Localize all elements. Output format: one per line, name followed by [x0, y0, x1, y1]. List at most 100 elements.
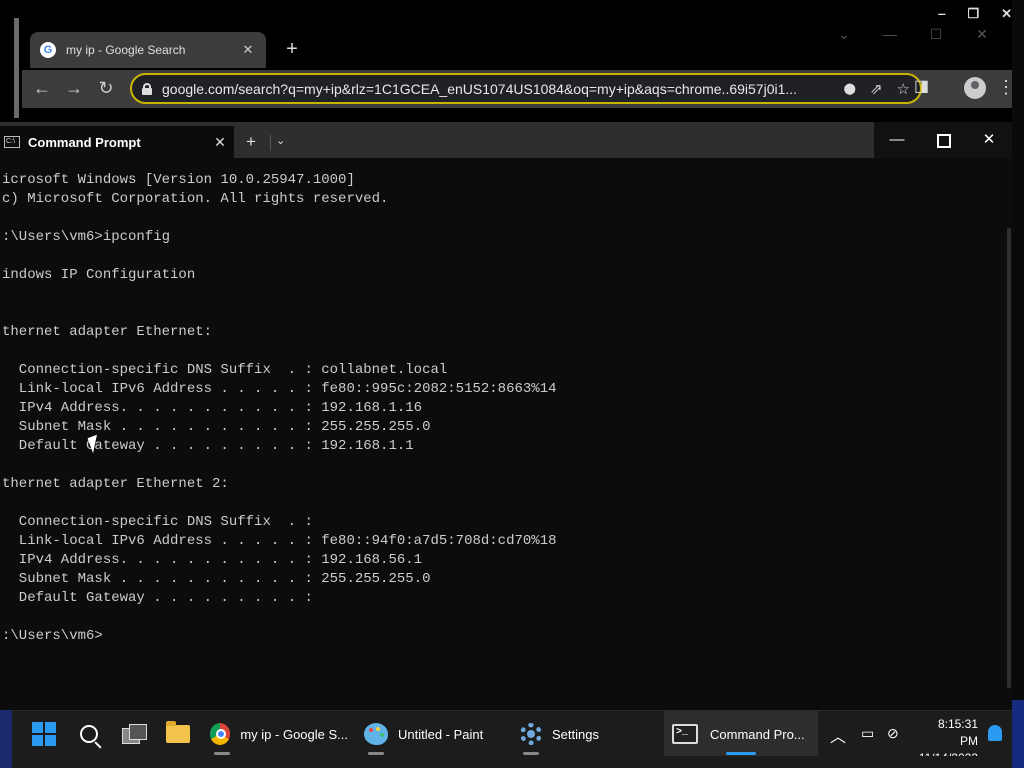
task-view-button[interactable]: [118, 711, 150, 757]
terminal-line: c) Microsoft Corporation. All rights res…: [2, 191, 389, 207]
chrome-window-edge: [14, 18, 19, 118]
terminal-line: Default Gateway . . . . . . . . . :: [2, 590, 313, 606]
command-prompt-window: C:\ Command Prompt ✕ + ⌄ — ☐ ✕ icrosoft …: [0, 122, 1012, 710]
terminal-line: icrosoft Windows [Version 10.0.25947.100…: [2, 172, 355, 188]
terminal-line: IPv4 Address. . . . . . . . . . . : 192.…: [2, 552, 423, 568]
file-explorer-button[interactable]: [162, 711, 194, 757]
side-panel-icon[interactable]: ◨: [914, 76, 929, 96]
terminal-line: Subnet Mask . . . . . . . . . . . : 255.…: [2, 571, 431, 587]
chrome-close-button[interactable]: ✕: [974, 26, 990, 43]
taskbar-paint-button[interactable]: Untitled - Paint: [364, 711, 490, 757]
chrome-icon: [210, 723, 231, 745]
terminal-tab-title: Command Prompt: [28, 134, 141, 150]
terminal-line: IPv4 Address. . . . . . . . . . . : 192.…: [2, 400, 423, 416]
terminal-line: Connection-specific DNS Suffix . : colla…: [2, 362, 448, 378]
start-button[interactable]: [26, 711, 62, 757]
location-icon[interactable]: ⬤: [844, 82, 856, 95]
close-icon[interactable]: ✕: [1001, 6, 1012, 22]
search-button[interactable]: [74, 711, 104, 757]
share-icon[interactable]: ⇗: [870, 80, 883, 98]
cmd-icon: C:\: [4, 136, 20, 148]
terminal-output[interactable]: icrosoft Windows [Version 10.0.25947.100…: [0, 158, 1012, 710]
terminal-tab[interactable]: C:\ Command Prompt ✕: [0, 126, 234, 158]
terminal-line: Link-local IPv6 Address . . . . . : fe80…: [2, 381, 557, 397]
tray-overflow-chevron-icon[interactable]: ︿: [830, 723, 846, 747]
terminal-line: indows IP Configuration: [2, 267, 196, 283]
clock-time: 8:15:31 PM: [937, 717, 978, 748]
terminal-titlebar[interactable]: C:\ Command Prompt ✕ + ⌄ — ☐ ✕: [0, 122, 1012, 158]
google-icon: G: [40, 42, 56, 58]
running-indicator: [523, 752, 539, 755]
desktop-edge: [1012, 0, 1024, 700]
lock-icon[interactable]: [142, 82, 152, 95]
terminal-new-tab-button[interactable]: +: [246, 132, 256, 152]
terminal-line: :\Users\vm6>: [2, 628, 103, 644]
chrome-inactive-caption-buttons: ⌄ — ☐ ✕: [836, 26, 990, 43]
taskbar-chrome-button[interactable]: my ip - Google S...: [208, 711, 348, 757]
taskbar-settings-label: Settings: [552, 726, 599, 742]
reload-button[interactable]: ↻: [96, 78, 116, 99]
notification-bell-icon[interactable]: [988, 725, 1002, 741]
running-indicator: [368, 752, 384, 755]
windows-start-icon: [32, 722, 56, 746]
taskbar-command-prompt-label: Command Pro...: [710, 726, 805, 742]
network-icon[interactable]: ▭: [861, 725, 874, 742]
chrome-tab-title: my ip - Google Search: [66, 43, 186, 57]
chrome-toolbar: ← → ↻ google.com/search?q=my+ip&rlz=1C1G…: [22, 70, 1015, 108]
active-indicator: [726, 752, 756, 755]
paint-icon: [364, 723, 388, 745]
terminal-icon: [672, 724, 698, 744]
volume-icon[interactable]: ⊘: [887, 725, 899, 742]
chrome-tab[interactable]: G my ip - Google Search ✕: [30, 32, 266, 68]
forward-button[interactable]: →: [64, 78, 84, 99]
chrome-caption-buttons: ‒ ❐ ✕: [938, 6, 1012, 22]
taskbar-paint-label: Untitled - Paint: [398, 726, 484, 742]
divider: [270, 135, 271, 151]
search-icon: [80, 725, 98, 743]
chrome-maximize-button[interactable]: ☐: [928, 26, 944, 43]
terminal-tab-close-button[interactable]: ✕: [210, 134, 230, 151]
terminal-line: Default Gateway . . . . . . . . . : 192.…: [2, 438, 414, 454]
taskbar-command-prompt-button[interactable]: Command Pro...: [664, 711, 818, 757]
taskbar-chrome-label: my ip - Google S...: [240, 726, 348, 742]
menu-icon[interactable]: ⋮: [997, 78, 1015, 96]
terminal-line: thernet adapter Ethernet 2:: [2, 476, 229, 492]
task-view-icon: [122, 724, 147, 744]
file-explorer-icon: [166, 721, 190, 743]
tab-search-chevron-icon[interactable]: ⌄: [836, 26, 852, 43]
taskbar-settings-button[interactable]: Settings: [520, 711, 620, 757]
terminal-dropdown-button[interactable]: ⌄: [276, 134, 285, 147]
chrome-tab-close-button[interactable]: ✕: [240, 42, 256, 58]
chrome-new-tab-button[interactable]: +: [282, 38, 302, 61]
settings-gear-icon: [520, 723, 542, 745]
profile-icon[interactable]: [964, 77, 986, 99]
terminal-line: :\Users\vm6>ipconfig: [2, 229, 171, 245]
terminal-line: Connection-specific DNS Suffix . :: [2, 514, 313, 530]
terminal-caption-buttons: — ☐ ✕: [874, 122, 1012, 158]
address-bar[interactable]: google.com/search?q=my+ip&rlz=1C1GCEA_en…: [130, 73, 922, 104]
terminal-line: thernet adapter Ethernet:: [2, 324, 213, 340]
terminal-scrollbar[interactable]: [1004, 158, 1012, 710]
address-bar-url[interactable]: google.com/search?q=my+ip&rlz=1C1GCEA_en…: [162, 81, 830, 97]
terminal-line: Subnet Mask . . . . . . . . . . . : 255.…: [2, 419, 431, 435]
terminal-minimize-button[interactable]: —: [874, 122, 920, 158]
taskbar: my ip - Google S... Untitled - Paint Set…: [12, 710, 1012, 765]
star-icon[interactable]: ☆: [897, 80, 910, 98]
terminal-line: Link-local IPv6 Address . . . . . : fe80…: [2, 533, 557, 549]
terminal-close-button[interactable]: ✕: [966, 122, 1012, 158]
back-button[interactable]: ←: [32, 78, 52, 99]
taskbar-bottom-strip: [12, 756, 1012, 768]
minimize-icon[interactable]: ‒: [938, 6, 945, 22]
terminal-maximize-button[interactable]: ☐: [920, 122, 966, 158]
chrome-minimize-button[interactable]: —: [882, 26, 898, 43]
restore-icon[interactable]: ❐: [967, 6, 979, 22]
running-indicator: [214, 752, 230, 755]
